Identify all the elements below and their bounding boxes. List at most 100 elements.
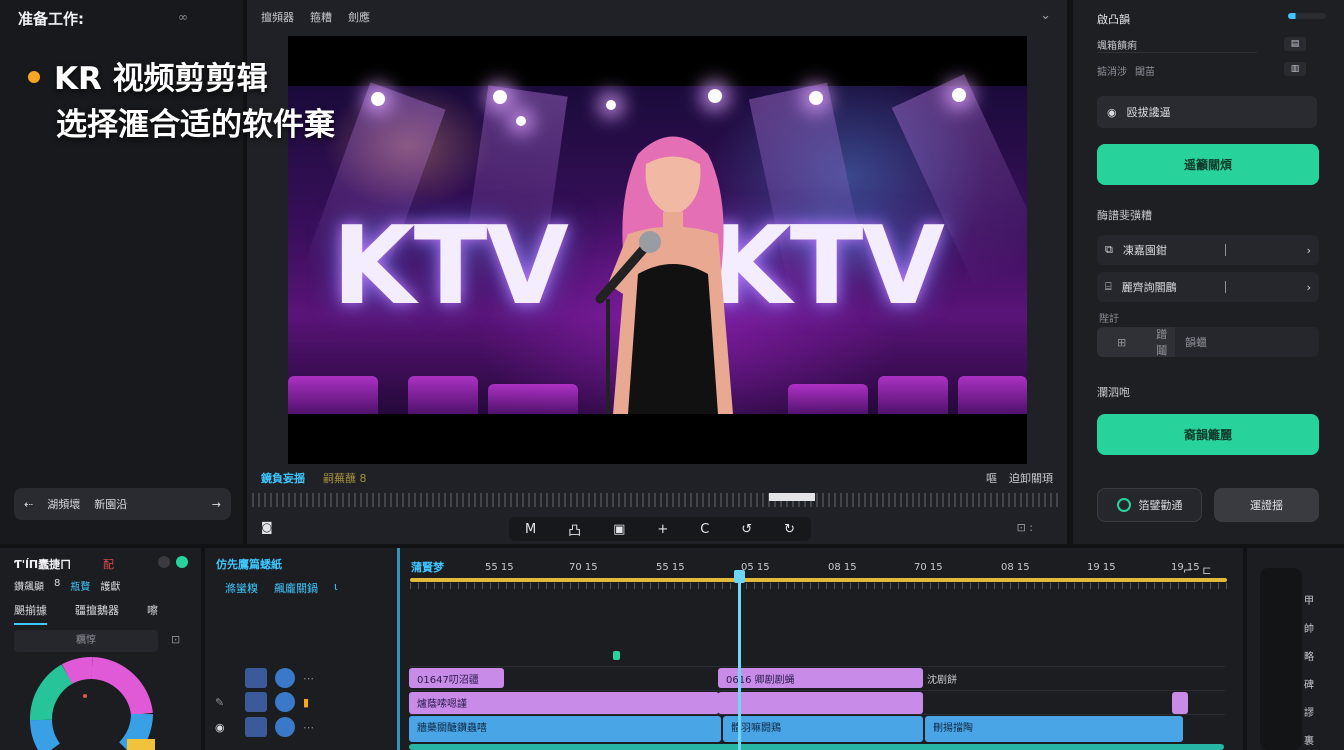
grid-icon[interactable]: ▤: [1284, 37, 1306, 51]
left-bar-item-1[interactable]: 湖頻壞: [47, 496, 80, 512]
eyedropper-icon[interactable]: ⊡: [171, 633, 180, 646]
frame-icon[interactable]: ▣: [613, 522, 625, 537]
section-heading-1: 酶譜斐彉糟: [1097, 209, 1152, 222]
track-menu-icon[interactable]: ⋯: [303, 672, 314, 685]
strip-icon-5[interactable]: 謬: [1304, 704, 1314, 719]
playhead-handle[interactable]: [734, 570, 745, 583]
cp-option-3[interactable]: 瓶贅: [70, 578, 90, 593]
track-control-3: ◉ ⋯: [215, 716, 393, 738]
scrub-bar[interactable]: [252, 493, 1062, 507]
clip-purple-5[interactable]: [1172, 692, 1188, 714]
ruler-label: 08 15: [1001, 562, 1030, 573]
record-icon[interactable]: ◙: [261, 520, 273, 534]
secondary-action-button[interactable]: 裔韻籬麗: [1097, 414, 1319, 455]
forward-arrow-icon[interactable]: →: [212, 498, 221, 511]
preview-tool-2[interactable]: 箍糟: [310, 9, 332, 25]
marker-icon[interactable]: [613, 651, 620, 660]
color-panel-options: 鑽飆顯 8 瓶贅 護獻: [14, 578, 192, 593]
clip-blue-1[interactable]: 牆藥關醣鑽蟲嘻: [409, 716, 721, 742]
strip-icon-4[interactable]: 碑: [1304, 676, 1314, 691]
track-visibility-icon[interactable]: [275, 668, 295, 688]
redo-icon[interactable]: ↻: [784, 522, 795, 537]
track-visibility-icon[interactable]: [275, 692, 295, 712]
option-row-2[interactable]: ⌸ 麗齊詢閣鶥 ›: [1097, 272, 1319, 302]
status-icon[interactable]: [176, 556, 188, 568]
clip-purple-3[interactable]: 爐蔭嗦嗯謹: [409, 692, 719, 714]
strip-icon-3[interactable]: 略: [1304, 648, 1314, 663]
add-icon[interactable]: +: [657, 522, 668, 537]
crop-icon[interactable]: 凸: [568, 520, 581, 539]
preset-select[interactable]: 颯箱饋痢: [1097, 37, 1257, 53]
tag-2[interactable]: 閾苗: [1135, 63, 1155, 78]
clip-purple-1[interactable]: 01647叨沼疆: [409, 668, 504, 688]
track-visibility-icon[interactable]: [275, 717, 295, 737]
playhead[interactable]: [738, 570, 741, 750]
track-control-2: ✎ ▮: [215, 691, 393, 713]
timeline-heading: 仿先鷹篇蟋紙: [216, 558, 282, 571]
eye-icon: ◉: [1107, 105, 1117, 119]
chevron-right-icon: ›: [1306, 243, 1311, 257]
timeline-tool-2[interactable]: 飆龐關鍋: [274, 580, 318, 596]
work-area-bar[interactable]: [410, 578, 1227, 582]
ruler-end-icons: ⌐ ⊏: [1183, 564, 1211, 577]
color-input[interactable]: 糲惇: [14, 630, 158, 652]
track-lock-icon[interactable]: [245, 717, 267, 737]
track-color-icon[interactable]: ▮: [303, 696, 309, 709]
preview-tool-1[interactable]: 擅頻器: [261, 9, 294, 25]
eye-icon[interactable]: ◉: [215, 721, 237, 734]
overlay-title: KR 视频剪剪辑 选择滙合适的软件棄: [28, 56, 458, 148]
track-info-label: 嗣蕪蘸 8: [323, 472, 367, 485]
strip-icon-1[interactable]: 甲: [1304, 592, 1314, 607]
cp-option-2[interactable]: 8: [54, 578, 60, 593]
vertical-zoom-slider[interactable]: [1260, 568, 1302, 750]
rotate-icon[interactable]: C: [700, 522, 709, 537]
back-arrow-icon[interactable]: ⇠: [24, 498, 33, 511]
preview-tool-3[interactable]: 劍應: [348, 9, 370, 25]
sub-right-2[interactable]: 迫卸關頊: [1009, 470, 1053, 486]
chevron-down-icon[interactable]: ⌄: [1040, 8, 1051, 23]
waveform-icon[interactable]: M: [525, 522, 536, 537]
undo-icon[interactable]: ↺: [741, 522, 752, 537]
option-row-1[interactable]: ⧉ 凍嘉園鉗 ›: [1097, 235, 1319, 265]
cp-option-1[interactable]: 鑽飆顯: [14, 578, 44, 593]
apply-button[interactable]: 運證揺: [1214, 488, 1319, 522]
tab-color-3[interactable]: 嚓: [147, 602, 158, 625]
timeline-tool-3[interactable]: ɩ: [334, 580, 338, 596]
settings-icon[interactable]: [158, 556, 170, 568]
track-name-label[interactable]: 鏡負妄揺: [261, 470, 305, 486]
edit-icon[interactable]: ✎: [215, 696, 237, 709]
link-icon[interactable]: ∞: [178, 10, 188, 24]
track-lock-icon[interactable]: [245, 668, 267, 688]
strip-icon-6[interactable]: 裏: [1304, 732, 1314, 747]
snap-icon[interactable]: ⌐: [1183, 564, 1192, 577]
strip-icon-2[interactable]: 帥: [1304, 620, 1314, 635]
layout-icon[interactable]: ▥: [1284, 62, 1306, 76]
tag-1[interactable]: 掂消涉: [1097, 63, 1127, 78]
tab-color-1[interactable]: 颶揃據: [14, 602, 47, 625]
cp-option-4[interactable]: 護獻: [100, 578, 120, 593]
tab-color-2[interactable]: 疆擅鵝器: [75, 602, 119, 625]
audio-track-clip[interactable]: [409, 744, 1224, 750]
track-lock-icon[interactable]: [245, 692, 267, 712]
panel-divider[interactable]: [397, 548, 400, 750]
left-media-bar[interactable]: ⇠ 湖頻壞 新園沿 →: [14, 488, 231, 520]
left-bar-item-2[interactable]: 新園沿: [94, 496, 127, 512]
clip-purple-4[interactable]: [718, 692, 923, 714]
option-button[interactable]: 箔鐾勸通: [1097, 488, 1202, 522]
ruler-ticks: [410, 583, 1227, 589]
toggle-switch[interactable]: [1288, 13, 1326, 19]
timeline-tool-1[interactable]: 滌蠻糗: [225, 580, 258, 596]
color-wheel[interactable]: [27, 656, 157, 750]
track-menu-icon[interactable]: ⋯: [303, 721, 314, 734]
option-button-label: 箔鐾勸通: [1138, 499, 1183, 512]
primary-action-button[interactable]: 遥籲關煩: [1097, 144, 1319, 185]
clip-purple-2[interactable]: 0616 卿剧剧蝇: [718, 668, 923, 688]
clip-blue-2[interactable]: 體羽嘛闘鶏: [723, 716, 923, 742]
track-control-1: ⋯: [215, 667, 393, 689]
sub-right-1[interactable]: 嘔: [986, 470, 997, 486]
fullscreen-icon[interactable]: ⊡ :: [1017, 521, 1033, 534]
scrub-marker[interactable]: [769, 493, 815, 501]
property-field[interactable]: ◉ 殴拔讒逼: [1097, 96, 1317, 128]
clip-blue-3[interactable]: 刪揚擋陶: [925, 716, 1183, 742]
zoom-fit-icon[interactable]: ⊏: [1202, 564, 1211, 577]
